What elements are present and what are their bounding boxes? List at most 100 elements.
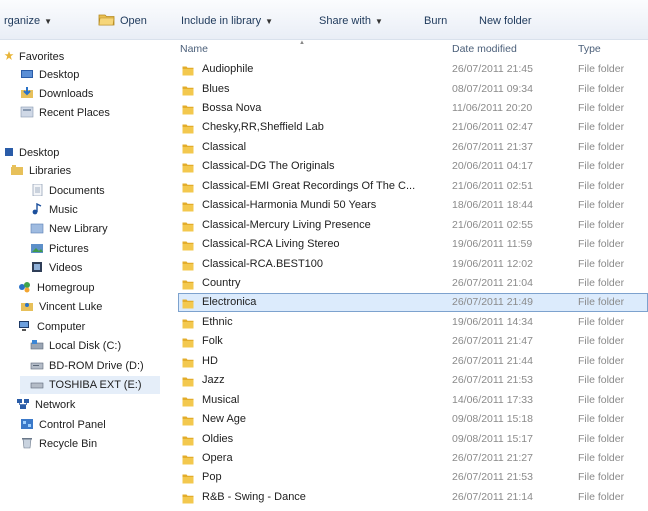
file-type: File folder [578, 276, 625, 289]
nav-libraries[interactable]: Libraries [10, 162, 71, 180]
videos-icon [30, 261, 44, 273]
folder-icon [182, 278, 194, 290]
folder-icon [182, 414, 194, 426]
folder-icon [182, 492, 194, 504]
file-row[interactable]: Oldies 09/08/2011 15:17 File folder [178, 430, 648, 449]
file-date-modified: 26/07/2011 21:04 [452, 276, 533, 289]
nav-desktop[interactable]: Desktop [4, 144, 59, 162]
file-row[interactable]: Classical-EMI Great Recordings Of The C.… [178, 177, 648, 196]
nav-new-library[interactable]: New Library [30, 220, 108, 238]
file-row[interactable]: Pop 26/07/2011 21:53 File folder [178, 468, 648, 487]
nav-videos[interactable]: Videos [30, 259, 82, 277]
nav-documents[interactable]: Documents [30, 182, 105, 200]
nav-recent-places[interactable]: Recent Places [20, 104, 110, 122]
file-row[interactable]: HD 26/07/2011 21:44 File folder [178, 352, 648, 371]
organize-label: rganize [4, 15, 41, 27]
column-header-type[interactable]: Type [578, 42, 601, 56]
file-row[interactable]: Jazz 26/07/2011 21:53 File folder [178, 371, 648, 390]
file-date-modified: 21/06/2011 02:51 [452, 179, 533, 192]
file-date-modified: 26/07/2011 21:49 [452, 296, 533, 309]
nav-toshiba-ext[interactable]: TOSHIBA EXT (E:) [20, 376, 160, 394]
file-row[interactable]: Classical-Harmonia Mundi 50 Years 18/06/2… [178, 196, 648, 215]
file-row[interactable]: Country 26/07/2011 21:04 File folder [178, 274, 648, 293]
file-row[interactable]: Classical-Mercury Living Presence 21/06/2… [178, 216, 648, 235]
nav-user-folder[interactable]: Vincent Luke [20, 298, 102, 316]
file-row[interactable]: Blues 08/07/2011 09:34 File folder [178, 80, 648, 99]
file-row[interactable]: Electronica 26/07/2011 21:49 File folder [178, 293, 648, 313]
file-row[interactable]: Classical-RCA Living Stereo 19/06/2011 11… [178, 235, 648, 254]
file-type: File folder [578, 82, 625, 95]
recycle-bin-icon [20, 437, 34, 449]
nav-label: Control Panel [39, 419, 106, 431]
file-name: Audiophile [202, 63, 254, 75]
include-in-library-button[interactable]: Include in library ▼ [181, 13, 273, 29]
share-label: Share with [319, 15, 371, 27]
nav-control-panel[interactable]: Control Panel [20, 416, 106, 434]
nav-label: Favorites [19, 51, 65, 63]
file-row[interactable]: Folk 26/07/2011 21:47 File folder [178, 332, 648, 351]
network-icon [16, 398, 30, 410]
nav-label: Pictures [49, 243, 89, 255]
file-type: File folder [578, 471, 625, 484]
file-name: Classical-DG The Originals [202, 160, 335, 173]
file-row[interactable]: Opera 26/07/2011 21:27 File folder [178, 449, 648, 468]
file-type: File folder [578, 160, 625, 173]
homegroup-icon [18, 281, 32, 293]
file-type: File folder [578, 179, 625, 192]
nav-downloads[interactable]: Downloads [20, 85, 93, 103]
column-header-name[interactable]: Name [180, 42, 208, 56]
hard-drive-icon [30, 339, 44, 351]
sort-ascending-icon: ▲ [299, 40, 305, 46]
nav-local-disk[interactable]: Local Disk (C:) [30, 337, 121, 355]
share-with-button[interactable]: Share with ▼ [319, 13, 383, 29]
column-header-date[interactable]: Date modified [452, 42, 517, 56]
file-name: Blues [202, 82, 230, 95]
burn-button[interactable]: Burn [424, 13, 447, 29]
folder-icon [182, 84, 194, 95]
nav-label: Computer [37, 321, 86, 333]
file-row[interactable]: Classical 26/07/2011 21:37 File folder [178, 138, 648, 157]
include-label: Include in library [181, 15, 262, 27]
file-name: Folk [202, 335, 223, 348]
nav-desktop-favorite[interactable]: Desktop [20, 66, 79, 84]
nav-label: Music [49, 204, 78, 216]
open-button[interactable]: Open [98, 13, 147, 29]
file-row[interactable]: Musical 14/06/2011 17:33 File folder [178, 391, 648, 410]
file-name: New Age [202, 413, 247, 426]
nav-computer[interactable]: Computer [18, 318, 85, 336]
file-date-modified: 26/07/2011 21:45 [452, 63, 533, 75]
desktop-icon [4, 146, 14, 158]
file-row[interactable]: Audiophile 26/07/2011 21:45 File folder [178, 60, 648, 79]
organize-button[interactable]: rganize ▼ [4, 13, 52, 29]
file-type: File folder [578, 121, 625, 134]
open-label: Open [120, 15, 147, 27]
nav-homegroup[interactable]: Homegroup [18, 279, 94, 297]
optical-drive-icon [30, 359, 44, 371]
nav-music[interactable]: Music [30, 201, 78, 219]
nav-favorites[interactable]: Favorites [4, 48, 64, 66]
file-row[interactable]: Bossa Nova 11/06/2011 20:20 File folder [178, 99, 648, 118]
file-row[interactable]: R&B - Swing - Dance 26/07/2011 21:14 File … [178, 488, 648, 507]
file-name: Country [202, 276, 241, 289]
file-row[interactable]: Ethnic 19/06/2011 14:34 File folder [178, 313, 648, 332]
file-row[interactable]: Chesky,RR,Sheffield Lab 21/06/2011 02:47 F… [178, 118, 648, 137]
folder-icon [182, 200, 194, 212]
folder-icon [182, 356, 194, 368]
file-name: Classical-RCA.BEST100 [202, 257, 324, 270]
file-row[interactable]: Classical-RCA.BEST100 19/06/2011 12:02 Fil… [178, 255, 648, 274]
nav-pictures[interactable]: Pictures [30, 240, 89, 258]
desktop-icon [20, 68, 34, 80]
folder-icon [182, 395, 194, 407]
new-folder-button[interactable]: New folder [479, 13, 532, 29]
file-date-modified: 09/08/2011 15:17 [452, 432, 533, 445]
nav-recycle-bin[interactable]: Recycle Bin [20, 435, 97, 453]
file-date-modified: 11/06/2011 20:20 [452, 101, 533, 114]
file-row[interactable]: Classical-DG The Originals 20/06/2011 04:… [178, 157, 648, 176]
nav-label: Local Disk (C:) [49, 340, 122, 352]
nav-network[interactable]: Network [16, 396, 75, 414]
file-name: Classical [202, 140, 247, 153]
file-row[interactable]: New Age 09/08/2011 15:18 File folder [178, 410, 648, 429]
nav-bdrom-drive[interactable]: BD-ROM Drive (D:) [30, 357, 144, 375]
file-name: Ethnic [202, 315, 233, 328]
nav-label: Videos [49, 262, 83, 274]
